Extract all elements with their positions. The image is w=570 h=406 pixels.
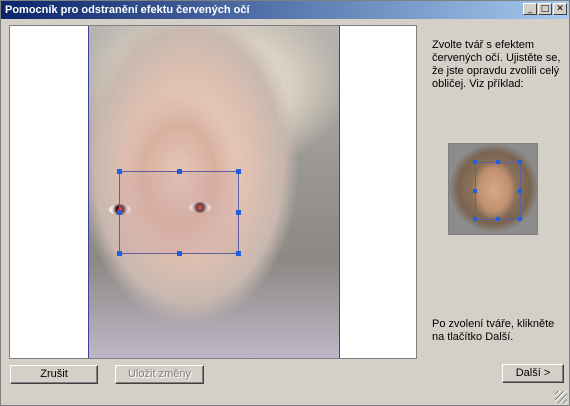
example-handle xyxy=(496,160,500,164)
after-select-instructions: Po zvolení tváře, klikněte na tlačítko D… xyxy=(432,318,555,343)
handle-top-left[interactable] xyxy=(117,169,122,174)
handle-top-right[interactable] xyxy=(236,169,241,174)
example-handle xyxy=(473,160,477,164)
handle-top[interactable] xyxy=(177,169,182,174)
example-handle xyxy=(473,217,477,221)
red-eye-wizard-window: Pomocník pro odstranění efektu červených… xyxy=(0,0,570,406)
handle-bottom-left[interactable] xyxy=(117,251,122,256)
handle-bottom[interactable] xyxy=(177,251,182,256)
example-image xyxy=(448,143,538,235)
example-handle xyxy=(518,189,522,193)
title-bar[interactable]: Pomocník pro odstranění efektu červených… xyxy=(1,1,569,19)
photo-canvas[interactable] xyxy=(9,25,417,359)
window-title: Pomocník pro odstranění efektu červených… xyxy=(5,4,250,16)
close-button[interactable]: ✕ xyxy=(553,3,567,15)
cancel-button[interactable]: Zrušit xyxy=(10,365,98,384)
handle-right[interactable] xyxy=(236,210,241,215)
example-handle xyxy=(496,217,500,221)
example-handle xyxy=(518,160,522,164)
maximize-button[interactable]: □ xyxy=(538,3,552,15)
handle-bottom-right[interactable] xyxy=(236,251,241,256)
face-selection-rectangle[interactable] xyxy=(117,169,241,256)
minimize-button[interactable]: _ xyxy=(523,3,537,15)
example-handle xyxy=(473,189,477,193)
example-handle xyxy=(518,217,522,221)
resize-grip[interactable] xyxy=(555,391,567,403)
select-face-instructions: Zvolte tvář s efektem červených očí. Uji… xyxy=(432,39,561,90)
example-selection-rectangle xyxy=(473,160,522,221)
handle-left[interactable] xyxy=(117,210,122,215)
save-changes-button[interactable]: Uložit změny xyxy=(115,365,204,384)
next-button[interactable]: Další > xyxy=(502,364,564,383)
